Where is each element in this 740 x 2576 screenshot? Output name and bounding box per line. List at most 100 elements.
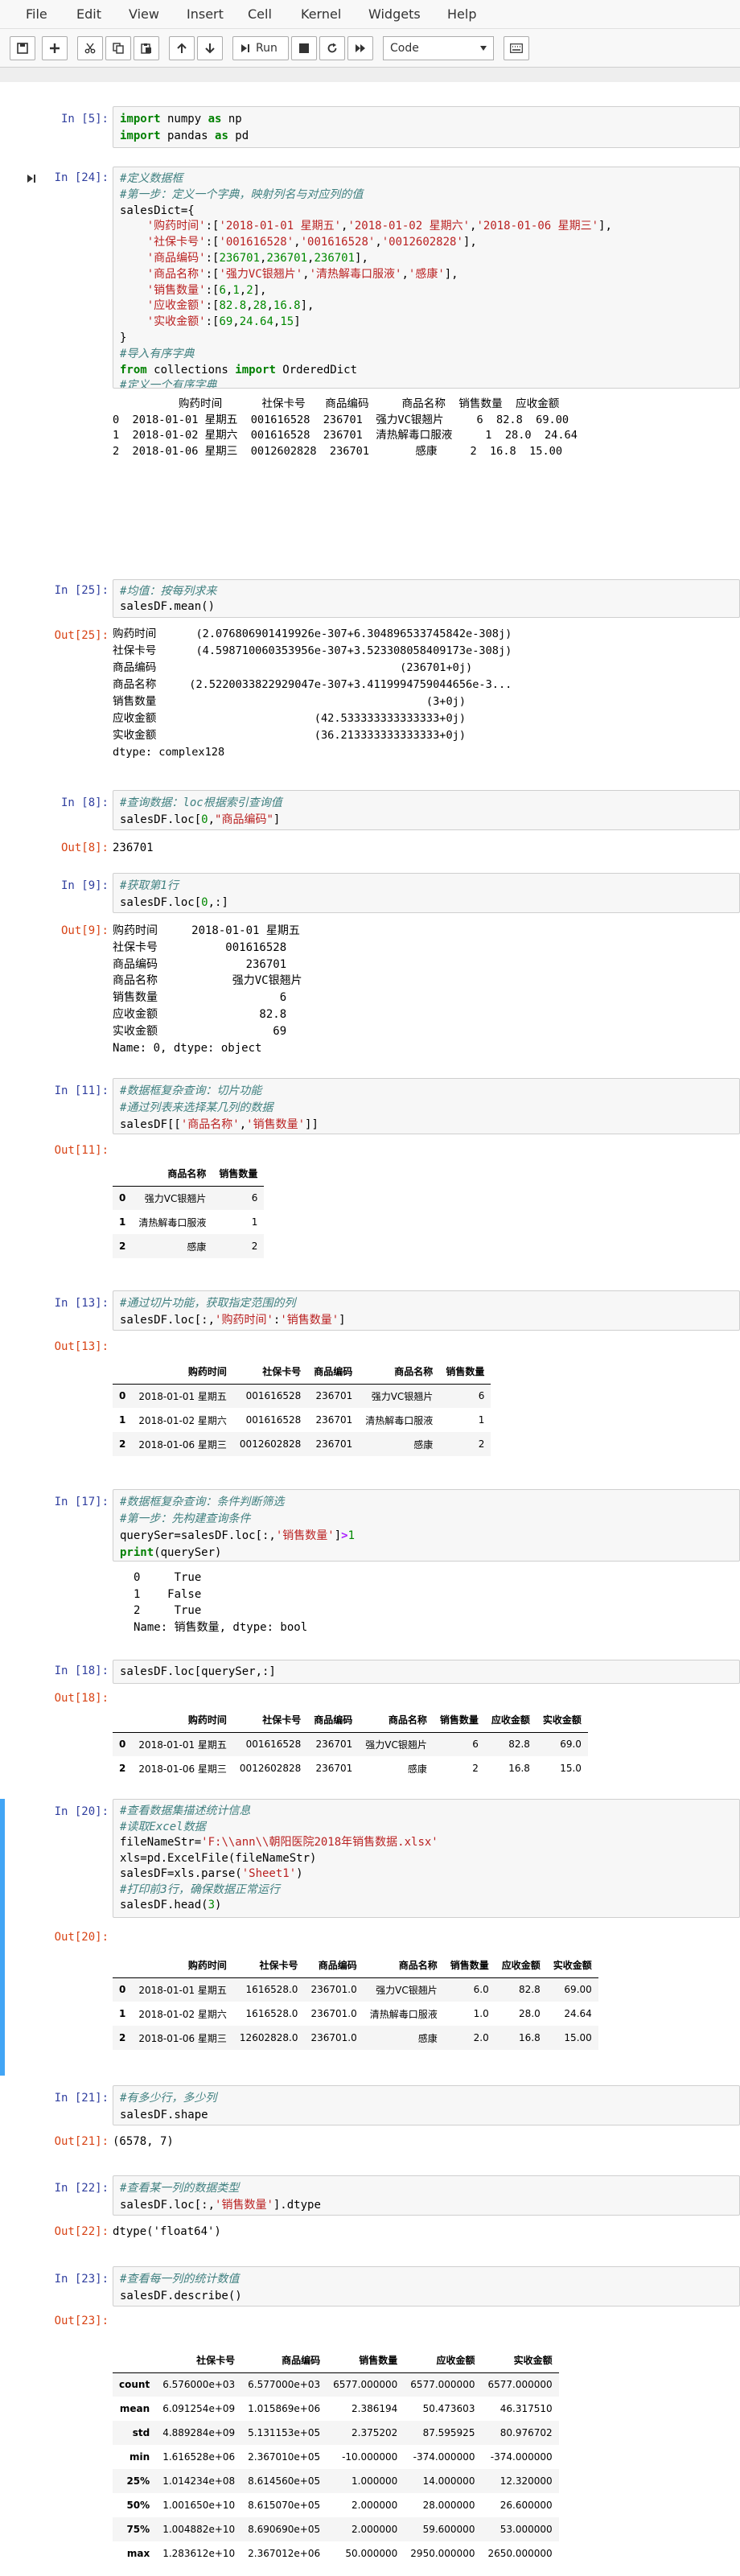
row-index: mean bbox=[119, 2403, 150, 2414]
menu-cell[interactable]: Cell bbox=[248, 6, 272, 22]
code-input[interactable]: #查看每一列的统计数值 salesDF.describe() bbox=[113, 2266, 740, 2306]
input-prompt: In [5]: bbox=[60, 113, 109, 126]
code-input[interactable]: #查看数据集描述统计信息 #读取Excel数据 fileNameStr='F:\… bbox=[113, 1799, 740, 1918]
code-input[interactable]: #查询数据：loc根据索引查询值 salesDF.loc[0,"商品编码"] bbox=[113, 790, 740, 830]
table-cell: -10.000000 bbox=[342, 2451, 398, 2463]
arrow-down-icon bbox=[205, 43, 215, 54]
toolbar: Run Code bbox=[0, 29, 740, 68]
code-cell[interactable]: In [13]: #通过切片功能，获取指定范围的列 salesDF.loc[:,… bbox=[0, 1290, 740, 1475]
menu-widgets[interactable]: Widgets bbox=[368, 6, 421, 22]
table-cell: 236701 bbox=[315, 1763, 353, 1774]
output-line: 商品编码 (236701+0j) bbox=[113, 661, 473, 674]
output-line: 0 2018-01-01 星期五 001616528 236701 强力VC银翘… bbox=[113, 413, 569, 426]
input-prompt: In [11]: bbox=[54, 1084, 109, 1097]
table-cell: 2 bbox=[478, 1438, 485, 1450]
row-index: 1 bbox=[119, 2008, 126, 2019]
table-cell: 6 bbox=[478, 1390, 485, 1402]
table-cell: 59.600000 bbox=[422, 2524, 475, 2535]
cell-type-select[interactable]: Code bbox=[383, 36, 494, 60]
input-prompt: In [21]: bbox=[54, 2092, 109, 2105]
code-input[interactable]: #通过切片功能，获取指定范围的列 salesDF.loc[:,'购药时间':'销… bbox=[113, 1290, 740, 1331]
code-cell[interactable]: In [5]: import numpy as np import pandas… bbox=[0, 106, 740, 148]
save-icon bbox=[17, 43, 28, 54]
table-cell: 1.283612e+10 bbox=[162, 2548, 236, 2559]
code-cell[interactable]: In [17]: #数据框复杂查询：条件判断筛选 #第一步：先构建查询条件 qu… bbox=[0, 1489, 740, 1666]
code-cell[interactable]: In [21]: #有多少行，多少列 salesDF.shape Out[21]… bbox=[0, 2085, 740, 2158]
save-button[interactable] bbox=[10, 36, 35, 60]
output-line: Name: 0, dtype: object bbox=[113, 1041, 262, 1055]
table-header: 社保卡号 bbox=[156, 2348, 242, 2373]
code-input[interactable]: #有多少行，多少列 salesDF.shape bbox=[113, 2085, 740, 2125]
code-input[interactable]: #定义数据框 #第一步：定义一个字典，映射列名与对应列的值 salesDict=… bbox=[113, 167, 740, 389]
table-cell: 2.000000 bbox=[352, 2500, 398, 2511]
code-cell-selected[interactable]: In [20]: #查看数据集描述统计信息 #读取Excel数据 fileNam… bbox=[0, 1799, 740, 2076]
table-cell: 12602828.0 bbox=[239, 2032, 298, 2043]
stream-output: 购药时间 社保卡号 商品编码 商品名称 销售数量 应收金额 0 2018-01-0… bbox=[113, 397, 740, 461]
menu-view[interactable]: View bbox=[129, 6, 159, 22]
input-prompt: In [9]: bbox=[60, 879, 109, 892]
code-input[interactable]: #数据框复杂查询：切片功能 #通过列表来选择某几列的数据 salesDF[['商… bbox=[113, 1078, 740, 1134]
output-line: 销售数量 (3+0j) bbox=[113, 695, 467, 708]
table-cell: 50.473603 bbox=[422, 2403, 475, 2414]
menu-insert[interactable]: Insert bbox=[187, 6, 224, 22]
code-cell[interactable]: In [22]: #查看某一列的数据类型 salesDF.loc[:,'销售数量… bbox=[0, 2175, 740, 2248]
row-index: 2 bbox=[119, 1241, 126, 1252]
table-header: 销售数量 bbox=[433, 1708, 485, 1733]
row-index: 0 bbox=[119, 1739, 126, 1751]
input-prompt: In [18]: bbox=[54, 1665, 109, 1677]
table-row: max 1.283612e+10 2.367012e+06 50.000000 2950… bbox=[113, 2541, 559, 2566]
table-cell: 6.0 bbox=[473, 1984, 489, 1996]
table-cell: 236701.0 bbox=[310, 2008, 357, 2019]
command-palette-button[interactable] bbox=[504, 36, 529, 60]
menu-edit[interactable]: Edit bbox=[76, 6, 101, 22]
restart-run-all-button[interactable] bbox=[347, 36, 373, 60]
row-index: 0 bbox=[119, 1390, 126, 1402]
code-input[interactable]: #获取第1行 salesDF.loc[0,:] bbox=[113, 873, 740, 913]
run-button[interactable]: Run bbox=[232, 36, 289, 60]
arrow-up-icon bbox=[177, 43, 187, 53]
table-cell: 80.976702 bbox=[500, 2427, 553, 2438]
table-cell: 236701 bbox=[315, 1739, 353, 1751]
row-index: 75% bbox=[126, 2524, 150, 2535]
menu-file[interactable]: File bbox=[26, 6, 47, 22]
code-input[interactable]: #均值：按每列求来 salesDF.mean() bbox=[113, 579, 740, 618]
menu-help[interactable]: Help bbox=[447, 6, 476, 22]
table-cell: 1616528.0 bbox=[245, 1984, 298, 1996]
code-cell[interactable]: In [25]: #均值：按每列求来 salesDF.mean() Out[25… bbox=[0, 579, 740, 772]
table-header: 实收金额 bbox=[536, 1708, 588, 1733]
table-header: 销售数量 bbox=[439, 1360, 491, 1385]
table-cell: 1616528.0 bbox=[245, 2008, 298, 2019]
copy-button[interactable] bbox=[105, 36, 131, 60]
code-input[interactable]: salesDF.loc[querySer,:] bbox=[113, 1660, 740, 1684]
code-cell[interactable]: In [24]: #定义数据框 #第一步：定义一个字典，映射列名与对应列的值 s… bbox=[0, 167, 740, 458]
table-cell: 24.64 bbox=[564, 2008, 592, 2019]
table-header: 社保卡号 bbox=[232, 1953, 305, 1978]
code-cell[interactable]: In [9]: #获取第1行 salesDF.loc[0,:] Out[9]: … bbox=[0, 873, 740, 1058]
table-cell: 28.000000 bbox=[422, 2500, 475, 2511]
code-cell[interactable]: In [18]: salesDF.loc[querySer,:] Out[18]… bbox=[0, 1660, 740, 1792]
code-input[interactable]: #数据框复杂查询：条件判断筛选 #第一步：先构建查询条件 querySer=sa… bbox=[113, 1489, 740, 1562]
code-cell[interactable]: In [8]: #查询数据：loc根据索引查询值 salesDF.loc[0,"… bbox=[0, 790, 740, 870]
menu-kernel[interactable]: Kernel bbox=[301, 6, 341, 22]
table-header bbox=[113, 2348, 157, 2373]
code-cell[interactable]: In [11]: #数据框复杂查询：切片功能 #通过列表来选择某几列的数据 sa… bbox=[0, 1078, 740, 1263]
table-cell: 6.576000e+03 bbox=[162, 2379, 236, 2391]
restart-button[interactable] bbox=[319, 36, 345, 60]
insert-cell-button[interactable] bbox=[42, 36, 68, 60]
table-cell: 感康 bbox=[187, 1241, 207, 1253]
code-input[interactable]: #查看某一列的数据类型 salesDF.loc[:,'销售数量'].dtype bbox=[113, 2175, 740, 2216]
output-prompt: Out[22]: bbox=[54, 2225, 109, 2238]
table-cell: 2018-01-01 星期五 bbox=[138, 1739, 227, 1751]
input-prompt: In [22]: bbox=[54, 2182, 109, 2195]
cut-button[interactable] bbox=[77, 36, 103, 60]
code-input[interactable]: import numpy as np import pandas as pd bbox=[113, 106, 740, 148]
output-line: 销售数量 6 bbox=[113, 991, 287, 1005]
table-cell: -374.000000 bbox=[413, 2451, 475, 2463]
row-index: 0 bbox=[119, 1192, 126, 1204]
move-up-button[interactable] bbox=[169, 36, 195, 60]
move-down-button[interactable] bbox=[197, 36, 223, 60]
paste-button[interactable] bbox=[134, 36, 159, 60]
code-cell[interactable]: In [23]: #查看每一列的统计数值 salesDF.describe() … bbox=[0, 2266, 740, 2576]
table-row: 0 2018-01-01 星期五 1616528.0 236701.0 强力VC银翘片 6… bbox=[113, 1977, 598, 2002]
interrupt-button[interactable] bbox=[291, 36, 317, 60]
